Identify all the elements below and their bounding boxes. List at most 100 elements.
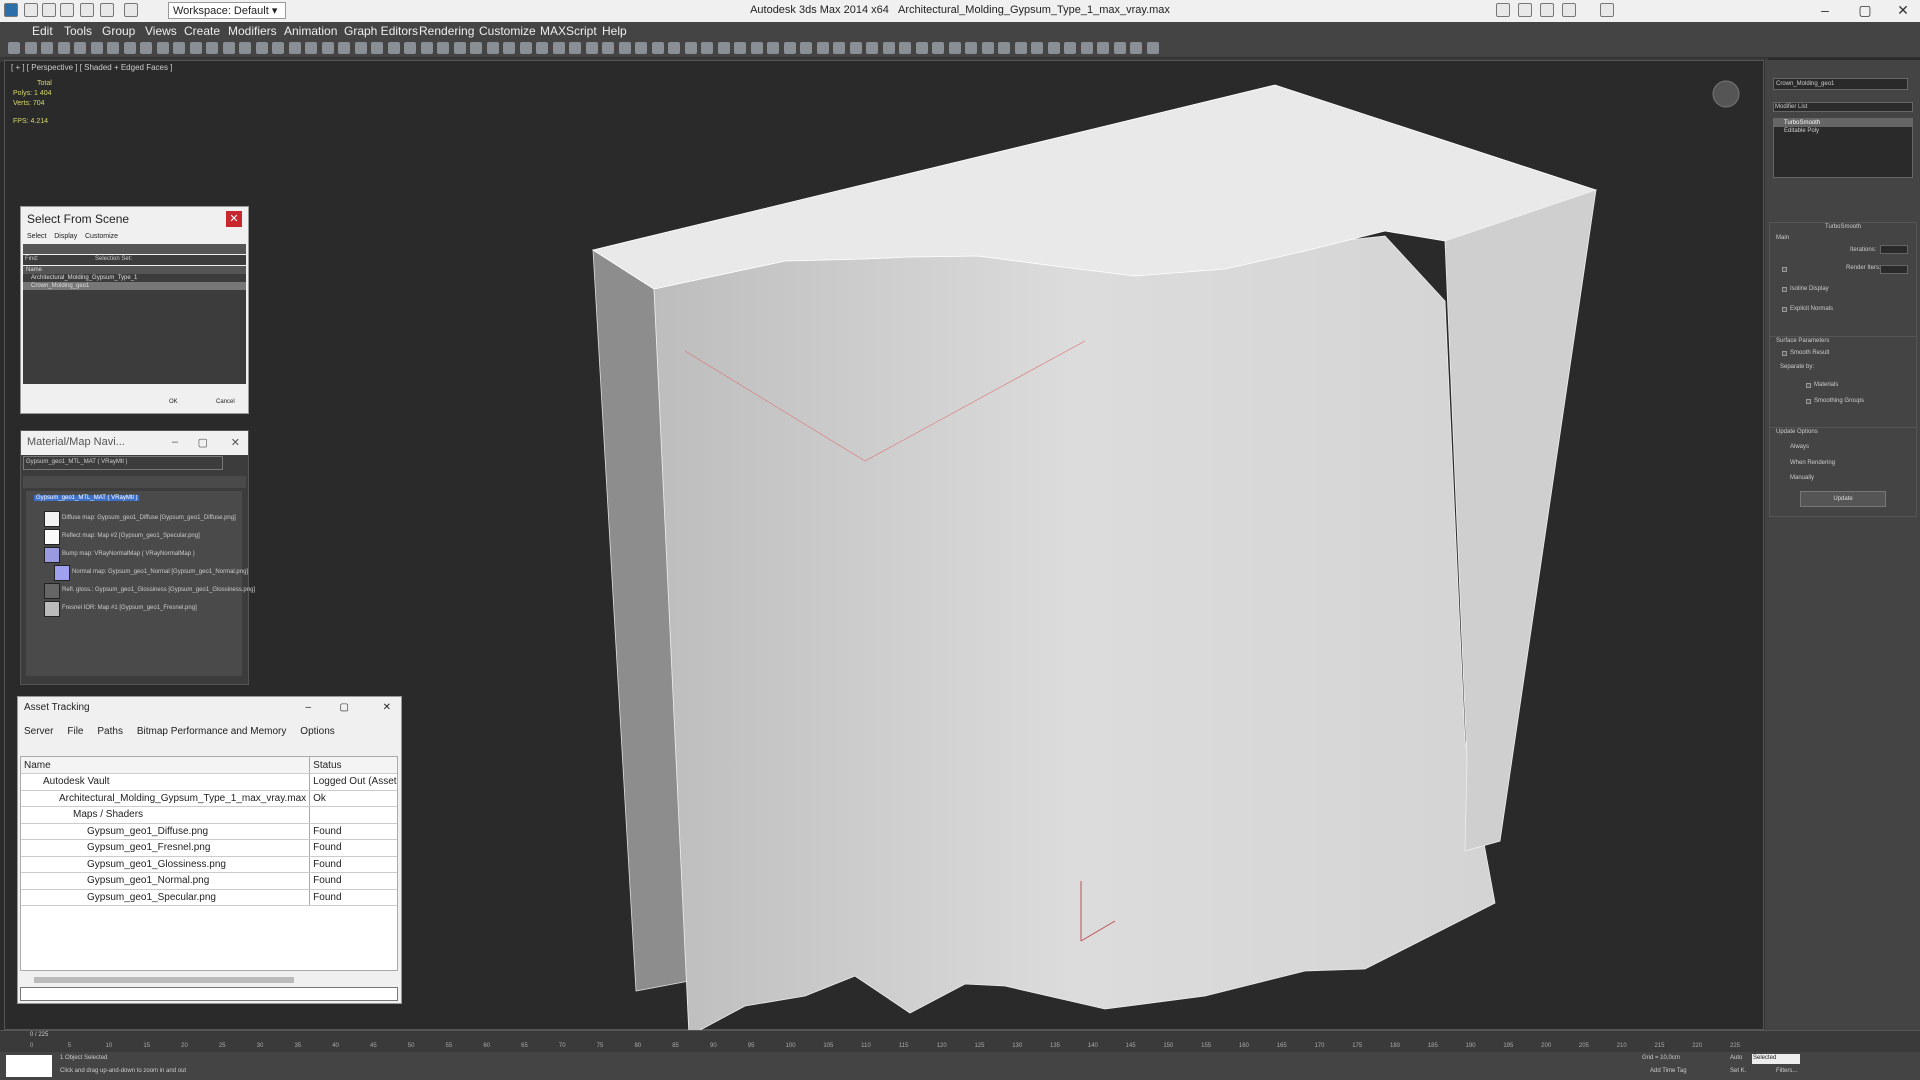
stack-item[interactable]: Editable Poly <box>1774 127 1912 135</box>
cancel-button[interactable]: Cancel <box>216 399 235 405</box>
toolbar-button-icon[interactable] <box>948 42 961 54</box>
toolbar-button-icon[interactable] <box>8 42 20 54</box>
toolbar-button-icon[interactable] <box>453 42 466 54</box>
table-row-name[interactable]: Gypsum_geo1_Diffuse.png <box>21 823 310 840</box>
menu-help[interactable]: Help <box>602 24 627 38</box>
tree-item[interactable]: Refl. gloss.: Gypsum_geo1_Glossiness [Gy… <box>62 587 255 593</box>
toolbar-button-icon[interactable] <box>222 42 235 54</box>
toolbar-button-icon[interactable] <box>107 42 119 54</box>
table-row-name[interactable]: Gypsum_geo1_Glossiness.png <box>21 856 310 873</box>
search-icon[interactable] <box>1496 3 1510 17</box>
toolbar-button-icon[interactable] <box>701 42 713 54</box>
toolbar-button-icon[interactable] <box>239 42 251 54</box>
tree-item[interactable]: Bump map: VRayNormalMap ( VRayNormalMap … <box>62 551 195 557</box>
close-window-button[interactable]: ✕ <box>1888 2 1918 20</box>
menu-group[interactable]: Group <box>102 24 135 38</box>
toolbar-button-icon[interactable] <box>882 42 895 54</box>
toolbar-button-icon[interactable] <box>503 42 515 54</box>
add-time-tag[interactable]: Add Time Tag <box>1650 1068 1687 1074</box>
toolbar-button-icon[interactable] <box>173 42 185 54</box>
toolbar-button-icon[interactable] <box>767 42 779 54</box>
tree-item[interactable]: Fresnel IOR: Map #1 [Gypsum_geo1_Fresnel… <box>62 605 197 611</box>
toolbar-button-icon[interactable] <box>668 42 680 54</box>
toolbar-button-icon[interactable] <box>552 42 565 54</box>
toolbar-button-icon[interactable] <box>519 42 532 54</box>
toolbar-button-icon[interactable] <box>1064 42 1076 54</box>
toolbar-button-icon[interactable] <box>981 42 994 54</box>
toolbar-button-icon[interactable] <box>635 42 647 54</box>
toolbar-button-icon[interactable] <box>420 42 433 54</box>
menu-maxscript[interactable]: MAXScript <box>540 24 597 38</box>
smoothing-groups-checkbox[interactable] <box>1806 399 1811 404</box>
toolbar-button-icon[interactable] <box>123 42 136 54</box>
smooth-result-checkbox[interactable] <box>1782 351 1787 356</box>
toolbar-button-icon[interactable] <box>1014 42 1027 54</box>
scene-list[interactable]: Name Architectural_Molding_Gypsum_Type_1… <box>23 266 246 384</box>
toolbar-button-icon[interactable] <box>816 42 829 54</box>
open-file-icon[interactable] <box>42 3 56 17</box>
col-name-header[interactable]: Name <box>21 757 310 774</box>
save-file-icon[interactable] <box>60 3 74 17</box>
select-toolbar[interactable] <box>23 244 246 254</box>
toolbar-button-icon[interactable] <box>272 42 284 54</box>
toolbar-button-icon[interactable] <box>849 42 862 54</box>
menu-server[interactable]: Server <box>24 726 53 737</box>
material-field[interactable]: Gypsum_geo1_MTL_MAT ( VRayMtl ) <box>23 456 223 470</box>
iterations-spinner[interactable] <box>1880 245 1908 254</box>
materials-checkbox[interactable] <box>1806 383 1811 388</box>
toolbar-button-icon[interactable] <box>74 42 86 54</box>
menu-modifiers[interactable]: Modifiers <box>228 24 277 38</box>
table-row-name[interactable]: Gypsum_geo1_Fresnel.png <box>21 839 310 857</box>
maxscript-listener[interactable] <box>6 1055 52 1077</box>
viewcube-icon[interactable] <box>1712 80 1740 108</box>
toolbar-button-icon[interactable] <box>750 42 763 54</box>
set-key-button[interactable]: Set K. <box>1730 1068 1746 1074</box>
menu-customize[interactable]: Customize <box>479 24 536 38</box>
toolbar-button-icon[interactable] <box>288 42 301 54</box>
col-name-header[interactable]: Name <box>23 266 246 274</box>
isoline-checkbox[interactable] <box>1782 287 1787 292</box>
explicit-normals-checkbox[interactable] <box>1782 307 1787 312</box>
toolbar-button-icon[interactable] <box>321 42 334 54</box>
ok-button[interactable]: OK <box>169 399 178 405</box>
toolbar-button-icon[interactable] <box>206 42 218 54</box>
toolbar-button-icon[interactable] <box>734 42 746 54</box>
menu-graph-editors[interactable]: Graph Editors <box>344 24 418 38</box>
auto-key-button[interactable]: Auto <box>1730 1055 1742 1061</box>
app-logo-icon[interactable] <box>4 3 18 17</box>
update-button[interactable]: Update <box>1800 491 1886 507</box>
toolbar-button-icon[interactable] <box>156 42 169 54</box>
timeline-ruler[interactable]: 0 5 10 15 20 25 30 35 40 45 50 55 60 65 70 75 80 85 90 95 10… <box>30 1031 1740 1053</box>
redo-icon[interactable] <box>100 3 114 17</box>
toolbar-button-icon[interactable] <box>651 42 664 54</box>
menu-customize[interactable]: Customize <box>85 233 118 240</box>
modifier-list-dropdown[interactable]: Modifier List <box>1773 102 1913 112</box>
toolbar-button-icon[interactable] <box>1130 42 1142 54</box>
menu-views[interactable]: Views <box>145 24 177 38</box>
toolbar-button-icon[interactable] <box>800 42 812 54</box>
undo-icon[interactable] <box>80 3 94 17</box>
toolbar-button-icon[interactable] <box>684 42 697 54</box>
toolbar-button-icon[interactable] <box>602 42 614 54</box>
toolbar-button-icon[interactable] <box>189 42 202 54</box>
list-item[interactable]: Architectural_Molding_Gypsum_Type_1 <box>23 274 246 282</box>
object-name-field[interactable]: Crown_Molding_geo1 <box>1773 78 1908 90</box>
toolbar-button-icon[interactable] <box>585 42 598 54</box>
workspace-dropdown[interactable]: Workspace: Default ▾ <box>168 2 286 19</box>
table-row-name[interactable]: Autodesk Vault <box>21 773 310 791</box>
timeline[interactable]: 0 / 225 0 5 10 15 20 25 30 35 40 45 50 55 60 65 70 75 80… <box>0 1030 1920 1052</box>
tree-root[interactable]: Gypsum_geo1_MTL_MAT ( VRayMtl ) <box>34 495 140 501</box>
toolbar-button-icon[interactable] <box>486 42 499 54</box>
favorites-icon[interactable] <box>1562 3 1576 17</box>
new-file-icon[interactable] <box>24 3 38 17</box>
table-row-name[interactable]: Gypsum_geo1_Specular.png <box>21 889 310 906</box>
path-field[interactable] <box>20 987 398 1001</box>
exchange-icon[interactable] <box>1540 3 1554 17</box>
toolbar-button-icon[interactable] <box>1080 42 1093 54</box>
table-row-name[interactable]: Gypsum_geo1_Normal.png <box>21 872 310 890</box>
tree-item[interactable]: Normal map: Gypsum_geo1_Normal [Gypsum_g… <box>72 569 248 575</box>
tools-icon[interactable] <box>1518 3 1532 17</box>
toolbar-button-icon[interactable] <box>338 42 350 54</box>
stack-item[interactable]: TurboSmooth <box>1774 119 1912 127</box>
menu-tools[interactable]: Tools <box>64 24 92 38</box>
